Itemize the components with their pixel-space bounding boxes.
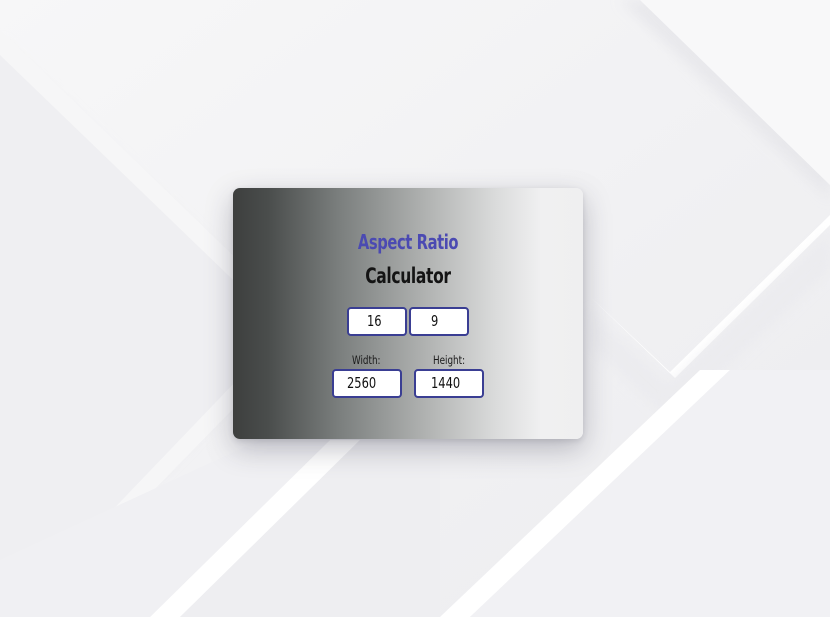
title-aspect-ratio: Aspect Ratio — [357, 230, 459, 254]
height-label: Height: — [433, 353, 466, 367]
ratio-width-value: 16 — [367, 312, 382, 330]
width-value: 2560 — [347, 374, 377, 392]
ratio-width-input[interactable]: 16 — [347, 307, 407, 336]
title-calculator: Calculator — [365, 264, 451, 288]
calculator-card: Aspect Ratio Calculator 16 9 Width: Heig… — [233, 188, 583, 439]
ratio-height-input[interactable]: 9 — [409, 307, 469, 336]
width-label: Width: — [352, 353, 381, 367]
height-value: 1440 — [431, 374, 461, 392]
ratio-height-value: 9 — [431, 312, 439, 330]
height-input[interactable]: 1440 — [414, 369, 484, 398]
width-input[interactable]: 2560 — [332, 369, 402, 398]
